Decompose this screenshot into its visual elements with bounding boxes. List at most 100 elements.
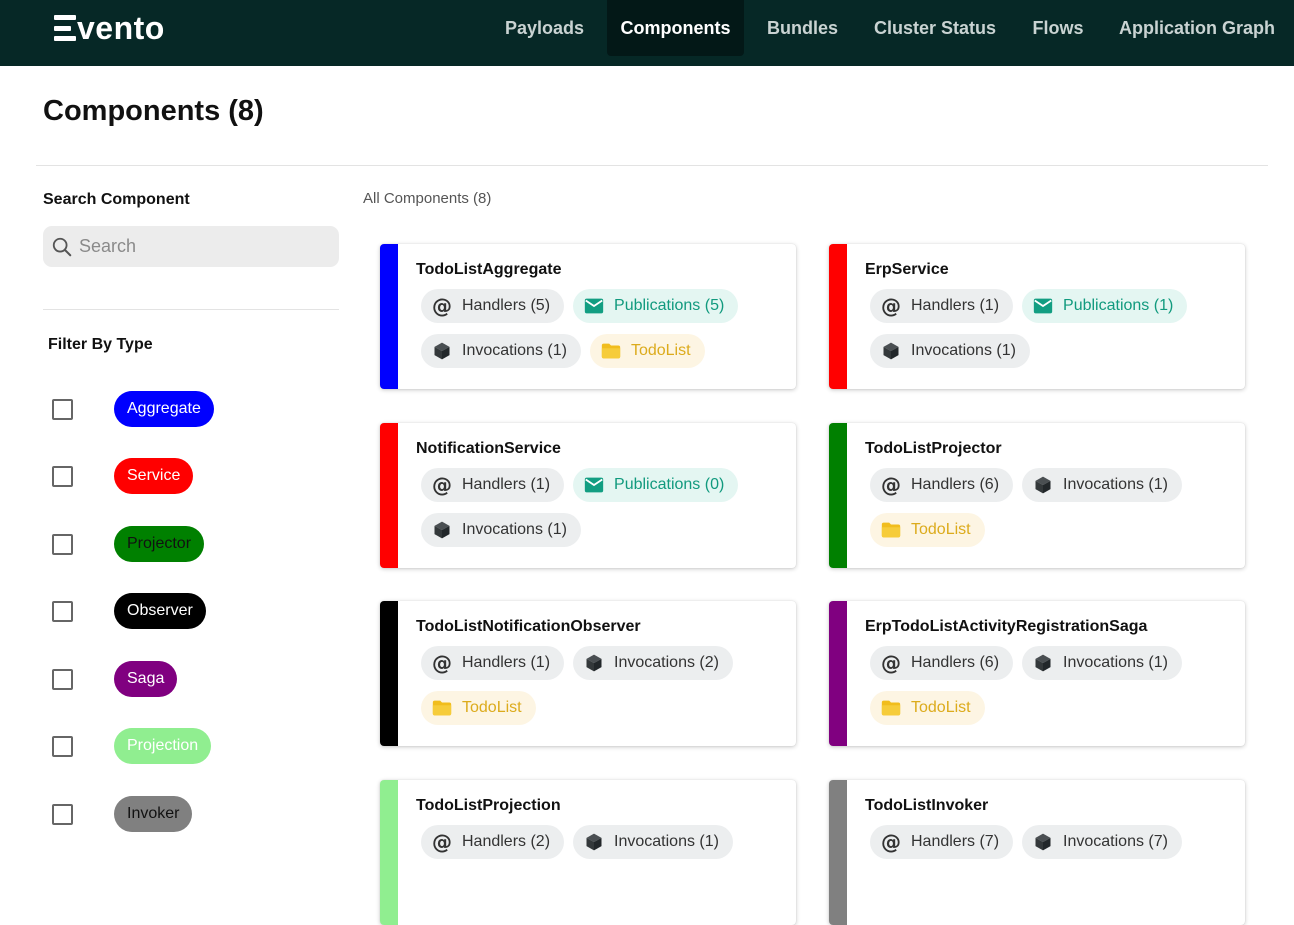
cube-icon — [431, 340, 453, 362]
type-chip-aggregate[interactable]: Aggregate — [114, 391, 214, 427]
component-card[interactable]: ErpTodoListActivityRegistrationSaga @ Hand… — [829, 601, 1245, 746]
component-name: TodoListNotificationObserver — [416, 618, 641, 635]
component-card[interactable]: TodoListAggregate @ Handlers (5) Publicatio… — [380, 244, 796, 389]
filter-row-projection: Projection — [52, 728, 302, 764]
nav-payloads[interactable]: Payloads — [494, 0, 595, 56]
handlers-chip[interactable]: @ Handlers (1) — [870, 289, 1014, 323]
filter-checkbox-aggregate[interactable] — [52, 399, 73, 420]
nav-flows[interactable]: Flows — [1022, 0, 1094, 56]
type-chip-invoker[interactable]: Invoker — [114, 796, 193, 832]
filter-row-saga: Saga — [52, 661, 302, 697]
invocations-chip[interactable]: Invocations (2) — [573, 646, 733, 680]
at-sign-icon: @ — [432, 651, 452, 675]
invocations-chip[interactable]: Invocations (1) — [1022, 646, 1182, 680]
nav-components[interactable]: Components — [607, 0, 744, 56]
handlers-chip-label: Handlers (1) — [462, 654, 551, 671]
component-chip-group: @ Handlers (1) Publications (0) Invocations… — [421, 468, 791, 547]
invocations-chip[interactable]: Invocations (1) — [1022, 468, 1182, 502]
invocations-chip-label: Invocations (1) — [1063, 476, 1168, 493]
context-chip-label: TodoList — [462, 699, 522, 716]
context-chip[interactable]: TodoList — [421, 691, 536, 725]
invocations-chip[interactable]: Invocations (1) — [870, 334, 1030, 368]
type-chip-saga[interactable]: Saga — [114, 661, 178, 697]
cube-icon — [1032, 652, 1054, 674]
filter-checkbox-saga[interactable] — [52, 669, 73, 690]
component-chip-group: @ Handlers (7) Invocations (7) — [870, 825, 1240, 859]
handlers-chip[interactable]: @ Handlers (1) — [421, 646, 565, 680]
publications-chip[interactable]: Publications (5) — [573, 289, 739, 323]
handlers-chip[interactable]: @ Handlers (6) — [870, 468, 1014, 502]
component-chip-group: @ Handlers (1) Publications (1) Invocations… — [870, 289, 1240, 368]
filter-checkbox-service[interactable] — [52, 466, 73, 487]
filter-checkbox-invoker[interactable] — [52, 804, 73, 825]
filter-checkbox-projector[interactable] — [52, 534, 73, 555]
filter-row-invoker: Invoker — [52, 796, 302, 832]
invocations-chip[interactable]: Invocations (1) — [421, 513, 581, 547]
cube-icon — [583, 831, 605, 853]
folder-icon — [880, 519, 902, 541]
component-type-stripe — [829, 244, 847, 389]
component-type-stripe — [380, 601, 398, 746]
component-type-stripe — [829, 780, 847, 925]
at-sign-icon: @ — [432, 294, 452, 318]
component-type-stripe — [829, 601, 847, 746]
logo-text: vento — [77, 9, 165, 46]
invocations-chip[interactable]: Invocations (7) — [1022, 825, 1182, 859]
folder-icon — [431, 697, 453, 719]
component-name: TodoListAggregate — [416, 261, 562, 278]
context-chip-label: TodoList — [630, 342, 691, 359]
all-components-label: All Components (8) — [363, 190, 492, 207]
handlers-chip-label: Handlers (5) — [462, 297, 551, 314]
at-sign-icon: @ — [881, 294, 901, 318]
handlers-chip-label: Handlers (2) — [462, 833, 551, 850]
folder-icon — [880, 697, 902, 719]
search-box[interactable] — [43, 226, 339, 267]
context-chip[interactable]: TodoList — [870, 691, 985, 725]
invocations-chip[interactable]: Invocations (1) — [573, 825, 733, 859]
handlers-chip[interactable]: @ Handlers (5) — [421, 289, 565, 323]
type-chip-observer[interactable]: Observer — [114, 593, 206, 629]
handlers-chip-label: Handlers (1) — [462, 476, 551, 493]
evento-logo[interactable]: vento — [54, 8, 165, 48]
nav-bundles[interactable]: Bundles — [757, 0, 848, 56]
handlers-chip[interactable]: @ Handlers (7) — [870, 825, 1014, 859]
invocations-chip[interactable]: Invocations (1) — [421, 334, 581, 368]
context-chip-label: TodoList — [911, 521, 971, 538]
at-sign-icon: @ — [881, 651, 901, 675]
component-card[interactable]: TodoListProjector @ Handlers (6) Invocation… — [829, 423, 1245, 568]
search-input[interactable] — [79, 236, 329, 257]
context-chip[interactable]: TodoList — [589, 334, 705, 368]
nav-application-graph[interactable]: Application Graph — [1114, 0, 1280, 56]
publications-chip[interactable]: Publications (1) — [1022, 289, 1188, 323]
handlers-chip[interactable]: @ Handlers (2) — [421, 825, 565, 859]
filter-checkbox-projection[interactable] — [52, 736, 73, 757]
component-name: TodoListProjection — [416, 797, 561, 814]
type-chip-projector[interactable]: Projector — [114, 526, 205, 562]
type-chip-service[interactable]: Service — [114, 458, 194, 494]
publications-chip[interactable]: Publications (0) — [573, 468, 739, 502]
invocations-chip-label: Invocations (1) — [1063, 654, 1168, 671]
component-chip-group: @ Handlers (2) Invocations (1) — [421, 825, 791, 859]
handlers-chip[interactable]: @ Handlers (6) — [870, 646, 1014, 680]
component-type-stripe — [380, 780, 398, 925]
component-card[interactable]: TodoListInvoker @ Handlers (7) Invocations … — [829, 780, 1245, 925]
component-card[interactable]: NotificationService @ Handlers (1) Publicat… — [380, 423, 796, 568]
component-card[interactable]: TodoListProjection @ Handlers (2) Invocatio… — [380, 780, 796, 925]
context-chip-label: TodoList — [911, 699, 971, 716]
nav-cluster-status[interactable]: Cluster Status — [866, 0, 1004, 56]
cube-icon — [1032, 474, 1054, 496]
publications-chip-label: Publications (1) — [1063, 297, 1174, 314]
cube-icon — [431, 519, 453, 541]
component-card[interactable]: ErpService @ Handlers (1) Publications (1) I… — [829, 244, 1245, 389]
at-sign-icon: @ — [881, 830, 901, 854]
invocations-chip-label: Invocations (7) — [1063, 833, 1168, 850]
component-type-stripe — [829, 423, 847, 568]
search-icon — [52, 237, 72, 256]
component-card[interactable]: TodoListNotificationObserver @ Handlers (1… — [380, 601, 796, 746]
filter-checkbox-observer[interactable] — [52, 601, 73, 622]
handlers-chip[interactable]: @ Handlers (1) — [421, 468, 565, 502]
type-chip-projection[interactable]: Projection — [114, 728, 212, 764]
handlers-chip-label: Handlers (7) — [911, 833, 1000, 850]
publications-chip-label: Publications (5) — [614, 297, 725, 314]
context-chip[interactable]: TodoList — [870, 513, 985, 547]
